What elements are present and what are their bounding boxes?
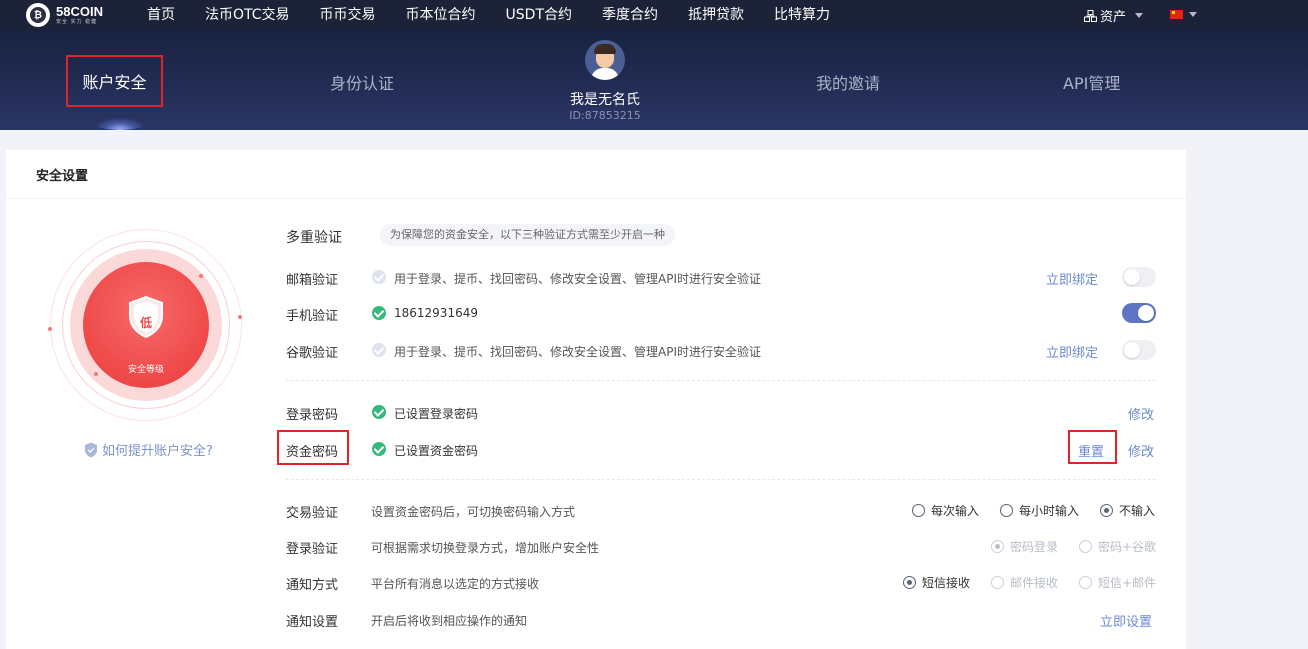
check-icon <box>372 405 386 419</box>
tab-identity[interactable]: 身份认证 <box>330 70 394 94</box>
radio-password-google[interactable]: 密码+谷歌 <box>1079 538 1156 555</box>
phone-number: 18612931649 <box>394 306 478 320</box>
assets-label: 资产 <box>1100 10 1127 25</box>
active-tab-glow <box>95 118 145 130</box>
radio-never[interactable]: 不输入 <box>1100 502 1155 519</box>
tab-api[interactable]: API管理 <box>1063 70 1120 94</box>
username: 我是无名氏 <box>570 92 640 108</box>
reset-fund-password-link[interactable]: 重置 <box>1078 441 1104 460</box>
notify-settings-label: 通知设置 <box>286 615 339 630</box>
email-verify-toggle[interactable] <box>1122 267 1156 287</box>
radio-every-time[interactable]: 每次输入 <box>912 502 979 519</box>
radio-email[interactable]: 邮件接收 <box>991 574 1058 591</box>
radio-sms-email[interactable]: 短信+邮件 <box>1079 574 1156 591</box>
tab-account-security[interactable]: 账户安全 <box>66 55 163 107</box>
nav-loans[interactable]: 抵押贷款 <box>688 0 744 30</box>
security-level-value: 低 <box>139 316 152 330</box>
phone-verify-label: 手机验证 <box>286 309 339 324</box>
nav-fiat-otc[interactable]: 法币OTC交易 <box>205 0 290 30</box>
divider <box>6 198 1186 199</box>
radio-hourly[interactable]: 每小时输入 <box>1000 502 1079 519</box>
google-verify-label: 谷歌验证 <box>286 346 339 361</box>
google-verify-desc: 用于登录、提币、找回密码、修改安全设置、管理API时进行安全验证 <box>394 345 761 359</box>
bind-email-link[interactable]: 立即绑定 <box>1046 269 1098 288</box>
assets-menu[interactable]: 资产 <box>1084 6 1144 25</box>
chevron-down-icon <box>1135 13 1144 18</box>
logo[interactable]: ₿ 58COIN 安全 实力 稳健 <box>26 3 103 27</box>
shield-check-icon <box>85 442 97 457</box>
multi-verify-label: 多重验证 <box>286 230 342 246</box>
nav-coin-futures[interactable]: 币本位合约 <box>406 0 476 30</box>
modify-fund-password-link[interactable]: 修改 <box>1128 441 1154 460</box>
check-icon <box>372 306 386 320</box>
notify-settings-link[interactable]: 立即设置 <box>1100 611 1152 630</box>
google-verify-toggle[interactable] <box>1122 340 1156 360</box>
notify-method-label: 通知方式 <box>286 578 339 593</box>
nav-usdt-futures[interactable]: USDT合约 <box>506 0 572 30</box>
notify-settings-desc: 开启后将收到相应操作的通知 <box>371 614 528 628</box>
china-flag-icon <box>1170 10 1183 19</box>
tab-invites[interactable]: 我的邀请 <box>816 70 880 94</box>
radio-sms[interactable]: 短信接收 <box>903 574 970 591</box>
logo-subtitle: 安全 实力 稳健 <box>56 19 98 25</box>
trade-verify-label: 交易验证 <box>286 506 339 521</box>
improve-security-link[interactable]: 如何提升账户安全? <box>84 440 213 459</box>
nav-hashrate[interactable]: 比特算力 <box>774 0 830 30</box>
logo-name: 58COIN <box>56 4 103 19</box>
email-verify-label: 邮箱验证 <box>286 273 339 288</box>
check-icon <box>372 343 386 357</box>
chevron-down-icon <box>1189 12 1197 17</box>
multi-verify-hint: 为保障您的资金安全，以下三种验证方式需至少开启一种 <box>380 224 675 246</box>
avatar[interactable] <box>585 40 625 80</box>
security-level-caption: 安全等级 <box>127 365 164 375</box>
section-title: 安全设置 <box>36 169 89 184</box>
gauge-dot <box>94 372 98 376</box>
fund-password-label: 资金密码 <box>286 445 339 460</box>
user-id: ID:87853215 <box>569 109 641 122</box>
login-password-label: 登录密码 <box>286 408 339 423</box>
check-icon <box>372 270 386 284</box>
bind-google-link[interactable]: 立即绑定 <box>1046 342 1098 361</box>
account-banner: 账户安全 身份认证 我是无名氏 ID:87853215 我的邀请 API管理 <box>0 30 1308 130</box>
trade-verify-desc: 设置资金密码后，可切换密码输入方式 <box>371 505 576 519</box>
email-verify-desc: 用于登录、提币、找回密码、修改安全设置、管理API时进行安全验证 <box>394 272 761 286</box>
gauge-dot <box>199 274 203 278</box>
divider <box>286 380 1156 381</box>
gauge-dot <box>48 327 52 331</box>
fund-password-status: 已设置资金密码 <box>394 444 479 458</box>
login-verify-desc: 可根据需求切换登录方式，增加账户安全性 <box>371 541 600 555</box>
bitcoin-logo-icon: ₿ <box>26 3 50 27</box>
login-password-status: 已设置登录密码 <box>394 407 479 421</box>
main-menu: 首页 法币OTC交易 币币交易 币本位合约 USDT合约 季度合约 抵押贷款 比… <box>147 0 860 30</box>
language-selector[interactable] <box>1170 10 1197 19</box>
divider <box>286 479 1156 480</box>
radio-password-login[interactable]: 密码登录 <box>991 538 1058 555</box>
modify-login-password-link[interactable]: 修改 <box>1128 404 1154 423</box>
notify-method-desc: 平台所有消息以选定的方式接收 <box>371 577 540 591</box>
top-nav: ₿ 58COIN 安全 实力 稳健 首页 法币OTC交易 币币交易 币本位合约 … <box>0 0 1308 30</box>
login-verify-label: 登录验证 <box>286 542 339 557</box>
check-icon <box>372 442 386 456</box>
assets-icon <box>1084 9 1097 22</box>
nav-quarterly-futures[interactable]: 季度合约 <box>602 0 658 30</box>
security-settings-card: 安全设置 低 安全等级 如何提升账户安全? 多重验证 为保障您的资金安全，以下三… <box>6 150 1186 649</box>
phone-verify-toggle[interactable] <box>1122 303 1156 323</box>
nav-spot[interactable]: 币币交易 <box>320 0 376 30</box>
gauge-dot <box>238 315 242 319</box>
nav-home[interactable]: 首页 <box>147 0 175 30</box>
